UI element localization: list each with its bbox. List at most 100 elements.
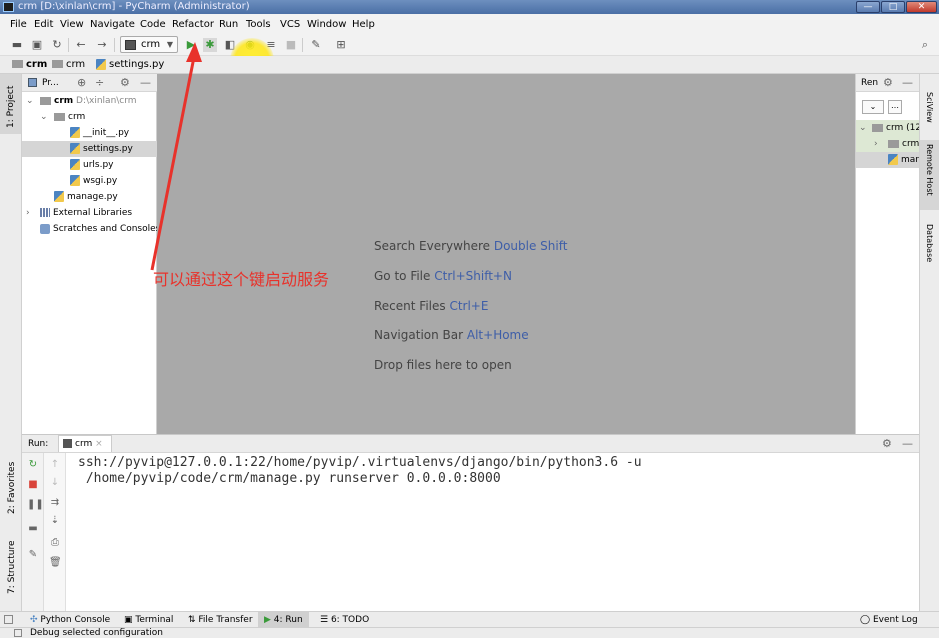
restore-layout-icon[interactable]: ▬	[27, 523, 39, 535]
forward-icon[interactable]: →	[95, 38, 109, 52]
menu-refactor[interactable]: Refactor	[172, 18, 214, 32]
hide-panel-icon[interactable]: —	[902, 76, 913, 90]
tree-item[interactable]: › External Libraries	[22, 205, 157, 221]
status-text: Debug selected configuration	[30, 628, 164, 638]
gear-icon[interactable]: ⚙	[882, 437, 892, 451]
python-file-icon	[888, 154, 898, 165]
menu-file[interactable]: File	[10, 18, 27, 32]
tree-item[interactable]: manage.py	[22, 189, 157, 205]
collapse-all-icon[interactable]: ÷	[95, 76, 104, 90]
print-icon[interactable]: ⎙	[49, 537, 61, 549]
python-file-icon	[96, 58, 106, 70]
menu-run[interactable]: Run	[219, 18, 238, 32]
pycharm-app-icon	[3, 2, 14, 12]
breadcrumb-item[interactable]: crm	[12, 58, 47, 72]
menu-bar: File Edit View Navigate Code Refactor Ru…	[0, 16, 939, 34]
menu-window[interactable]: Window	[307, 18, 346, 32]
close-button[interactable]: ✕	[906, 1, 937, 13]
structure-tool-tab[interactable]: 7: Structure	[7, 541, 17, 595]
file-transfer-tab[interactable]: ⇅ File Transfer	[188, 612, 253, 628]
run-actions: ↻ ■ ❚❚ ▬ ✎	[22, 453, 44, 612]
project-tool-tab[interactable]: 1: Project	[0, 74, 21, 134]
project-structure-icon[interactable]: ⊞	[334, 38, 348, 52]
editor-area[interactable]: Search Everywhere Double Shift Go to Fil…	[157, 74, 855, 434]
more-button[interactable]: …	[888, 100, 902, 114]
server-select[interactable]: ⌄	[862, 100, 884, 114]
folder-icon	[872, 123, 883, 132]
search-everywhere-hint: Search Everywhere Double Shift	[374, 239, 568, 253]
gear-icon[interactable]: ⚙	[883, 76, 893, 90]
run-tab-label: crm	[75, 439, 93, 449]
open-folder-icon[interactable]: ▬	[10, 38, 24, 52]
tree-item-label: manage.py	[67, 192, 118, 202]
search-icon[interactable]: ⌕	[918, 38, 932, 52]
minimize-button[interactable]: —	[856, 1, 880, 13]
favorites-tool-tab[interactable]: 2: Favorites	[7, 462, 17, 514]
menu-edit[interactable]: Edit	[34, 18, 53, 32]
tree-item[interactable]: settings.py	[22, 141, 157, 157]
tree-item-path: D:\xinlan\crm	[76, 96, 137, 106]
menu-help[interactable]: Help	[352, 18, 375, 32]
stop-icon[interactable]: ■	[27, 479, 39, 491]
stop-icon[interactable]: ■	[284, 38, 298, 52]
down-arrow-icon[interactable]: ↓	[49, 477, 61, 489]
menu-tools[interactable]: Tools	[246, 18, 271, 32]
soft-wrap-icon[interactable]: ⇉	[49, 497, 61, 509]
project-view-icon	[28, 78, 37, 87]
python-console-icon: ✣	[30, 615, 41, 625]
remote-tree-item[interactable]: mar	[856, 152, 920, 168]
scratches-icon	[40, 223, 50, 234]
console-line: /home/pyvip/code/crm/manage.py runserver…	[78, 471, 501, 486]
terminal-icon: ▣	[124, 615, 136, 625]
back-icon[interactable]: ←	[74, 38, 88, 52]
maximize-button[interactable]: □	[881, 1, 905, 13]
tree-item[interactable]: wsgi.py	[22, 173, 157, 189]
python-console-tab[interactable]: ✣ Python Console	[30, 612, 110, 628]
run-panel: Run: crm × ⚙ — ↻ ■ ❚❚ ▬ ✎ ↑ ↓ ⇉ ⇣ ⎙ 🗑 ss…	[22, 434, 919, 612]
hide-panel-icon[interactable]: —	[902, 437, 913, 451]
tree-item[interactable]: ⌄ crm	[22, 109, 157, 125]
trash-icon[interactable]: 🗑	[49, 557, 62, 569]
run-label: Run:	[28, 439, 49, 449]
tree-item[interactable]: ⌄ crm D:\xinlan\crm	[22, 93, 157, 109]
rerun-icon[interactable]: ↻	[27, 459, 39, 471]
folder-icon	[12, 60, 23, 68]
menu-view[interactable]: View	[60, 18, 84, 32]
menu-code[interactable]: Code	[140, 18, 166, 32]
folder-icon	[52, 60, 63, 68]
terminal-tab[interactable]: ▣ Terminal	[124, 612, 173, 628]
remote-tree-item[interactable]: › crm	[856, 136, 920, 152]
remote-tree-item[interactable]: ⌄ crm (12	[856, 120, 921, 136]
settings-wrench-icon[interactable]: ✎	[309, 38, 323, 52]
bottom-tool-bar: ✣ Python Console ▣ Terminal ⇅ File Trans…	[0, 611, 939, 628]
pause-icon[interactable]: ❚❚	[27, 499, 44, 511]
console-output[interactable]: ssh://pyvip@127.0.0.1:22/home/pyvip/.vir…	[78, 455, 642, 487]
todo-tab[interactable]: ☰ 6: TODO	[320, 612, 369, 628]
database-tool-tab[interactable]: Database	[925, 224, 934, 262]
save-all-icon[interactable]: ▣	[30, 38, 44, 52]
close-tab-icon[interactable]: ×	[95, 439, 103, 449]
run-tool-tab[interactable]: ▶ 4: Run	[258, 612, 309, 628]
toggle-tool-windows-icon[interactable]	[4, 615, 13, 624]
sync-icon[interactable]: ↻	[50, 38, 64, 52]
run-tab[interactable]: crm ×	[58, 435, 112, 452]
pin-icon[interactable]: ✎	[27, 549, 39, 561]
tree-item[interactable]: __init__.py	[22, 125, 157, 141]
remote-host-tool-tab[interactable]: Remote Host	[920, 140, 939, 210]
scroll-to-end-icon[interactable]: ⇣	[49, 515, 61, 527]
run-icon: ▶	[264, 615, 274, 625]
breadcrumb-item[interactable]: crm	[52, 58, 85, 72]
tree-item[interactable]: Scratches and Consoles	[22, 221, 160, 237]
up-arrow-icon[interactable]: ↑	[49, 459, 61, 471]
sciview-tool-tab[interactable]: SciView	[925, 92, 934, 123]
project-view-select[interactable]: Pr...	[42, 76, 59, 90]
menu-navigate[interactable]: Navigate	[90, 18, 135, 32]
locate-target-icon[interactable]: ⊕	[77, 76, 86, 90]
django-config-icon	[63, 439, 72, 448]
gear-icon[interactable]: ⚙	[120, 76, 130, 90]
toolbar-separator	[68, 38, 69, 52]
menu-vcs[interactable]: VCS	[280, 18, 300, 32]
event-log-tab[interactable]: ◯ Event Log	[860, 612, 918, 628]
tree-item[interactable]: urls.py	[22, 157, 157, 173]
chevron-right-icon: ›	[874, 139, 878, 149]
